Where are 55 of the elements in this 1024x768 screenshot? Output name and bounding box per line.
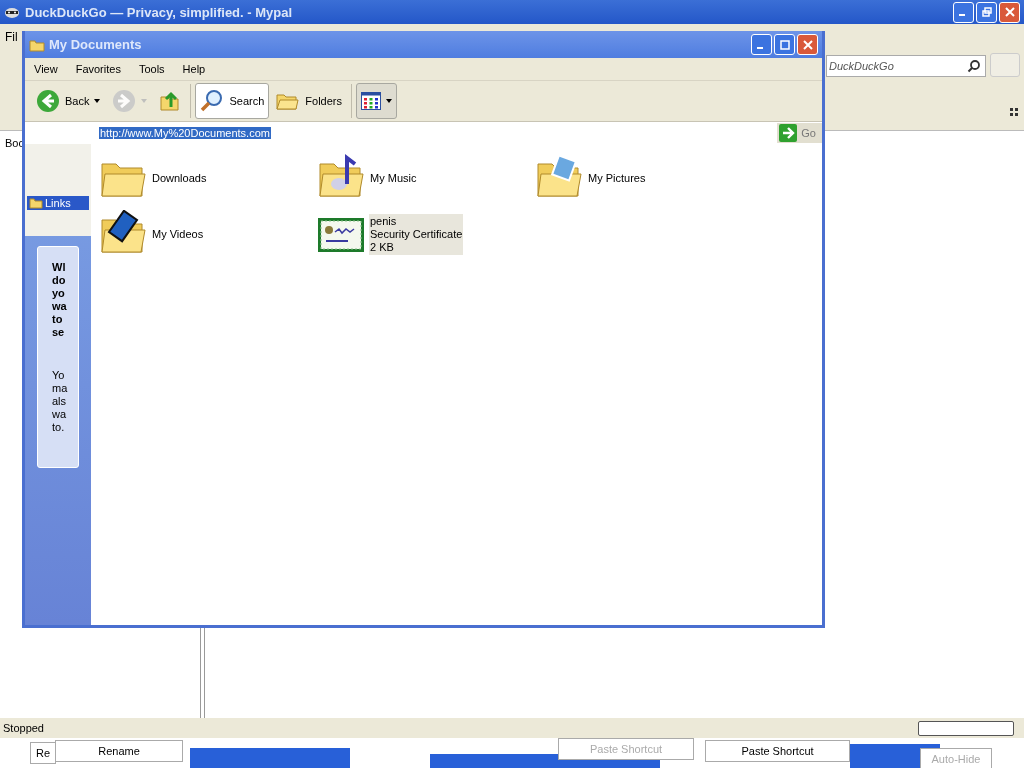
explorer-entry[interactable]: My Music	[317, 150, 535, 206]
panel-heading: Wl do yo wa to se	[52, 261, 66, 339]
back-button[interactable]: Back	[31, 83, 106, 119]
magnifier-icon	[200, 89, 225, 113]
raccoon-icon	[4, 5, 20, 19]
menu-item[interactable]: Fil	[5, 30, 18, 44]
search-field[interactable]: DuckDuckGo	[826, 55, 986, 77]
explorer-entry[interactable]: My Pictures	[535, 150, 753, 206]
maximize-icon	[779, 39, 790, 50]
close-button[interactable]	[797, 34, 818, 55]
caret-icon	[94, 99, 101, 103]
view-grid-icon	[361, 92, 381, 110]
menu-item[interactable]: Paste Shortcut	[705, 740, 850, 762]
minimize-button[interactable]	[751, 34, 772, 55]
folders-button[interactable]: Folders	[271, 83, 347, 119]
maximize-button[interactable]	[774, 34, 795, 55]
minimize-icon	[959, 14, 965, 16]
menu-item[interactable]: Help	[173, 63, 215, 75]
caret-icon	[386, 99, 392, 103]
caret-icon	[141, 99, 148, 103]
file-label: My Videos	[151, 226, 205, 242]
file-label: penis Security Certificate 2 KB	[369, 213, 464, 255]
file-label: My Music	[369, 170, 418, 186]
file-label: My Pictures	[587, 170, 647, 186]
menu-item[interactable]: View	[25, 63, 67, 75]
close-icon	[802, 39, 813, 50]
folder-up-icon	[159, 90, 182, 112]
window-title: My Documents	[49, 37, 142, 52]
folder-icon	[29, 37, 45, 52]
menu-item[interactable]: Rename	[55, 740, 183, 762]
menu-item[interactable]: Tools	[129, 63, 174, 75]
address-field[interactable]: http://www.My%20Documents.com	[25, 123, 778, 143]
bookmarks-label: Boc	[5, 137, 24, 149]
close-button[interactable]	[999, 1, 1020, 23]
search-button[interactable]: Search	[195, 83, 270, 119]
views-button[interactable]	[356, 83, 397, 119]
status-text: Stopped	[3, 722, 44, 734]
explorer-entry[interactable]: penis Security Certificate 2 KB	[317, 206, 535, 262]
minimize-button[interactable]	[953, 1, 974, 23]
folder-icon	[29, 197, 43, 209]
restore-button[interactable]	[976, 1, 997, 23]
grip-icon	[1010, 108, 1018, 116]
restore-icon	[981, 7, 992, 17]
address-text: http://www.My%20Documents.com	[99, 127, 271, 139]
minimize-icon	[757, 46, 763, 49]
menu-item[interactable]: Re	[30, 742, 56, 764]
search-icon	[967, 59, 981, 73]
links-item[interactable]: Links	[27, 196, 89, 210]
window-title: DuckDuckGo — Privacy, simplified. - Mypal	[25, 4, 293, 20]
panel-text: Yo ma als wa to.	[52, 369, 66, 434]
explorer-entry[interactable]: Downloads	[99, 150, 317, 206]
menu-item[interactable]: Favorites	[66, 63, 130, 75]
explorer-entry[interactable]: My Videos	[99, 206, 317, 262]
file-label: Downloads	[151, 170, 208, 186]
close-icon	[1004, 7, 1015, 17]
